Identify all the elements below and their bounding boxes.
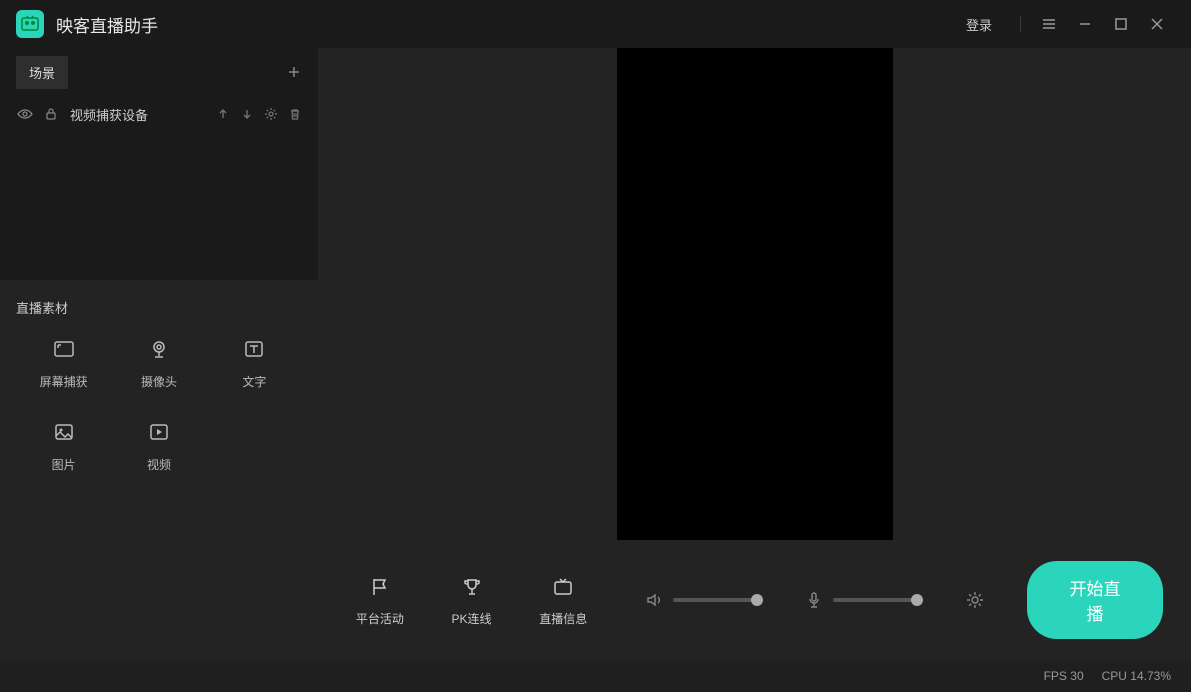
- add-scene-button[interactable]: [286, 64, 302, 80]
- move-up-icon[interactable]: [216, 107, 230, 121]
- material-video[interactable]: 视频: [111, 418, 206, 473]
- mic-slider[interactable]: [833, 598, 923, 602]
- action-platform-activity[interactable]: 平台活动: [346, 574, 414, 627]
- image-icon: [50, 418, 78, 446]
- visibility-icon[interactable]: [16, 106, 34, 122]
- cpu-label: CPU 14.73%: [1102, 669, 1171, 683]
- action-pk[interactable]: PK连线: [438, 574, 506, 627]
- material-text[interactable]: 文字: [207, 335, 302, 390]
- video-icon: [145, 418, 173, 446]
- speaker-icon[interactable]: [645, 591, 663, 609]
- scene-tab[interactable]: 场景: [16, 56, 68, 89]
- mic-icon[interactable]: [805, 591, 823, 609]
- materials-title: 直播素材: [16, 298, 302, 317]
- preview-area: [318, 48, 1191, 540]
- speaker-slider[interactable]: [673, 598, 763, 602]
- settings-gear-icon[interactable]: [965, 590, 985, 610]
- source-item[interactable]: 视频捕获设备: [0, 96, 318, 132]
- lock-icon[interactable]: [42, 107, 60, 121]
- status-bar: FPS 30 CPU 14.73%: [0, 660, 1191, 692]
- mic-volume: [805, 591, 923, 609]
- fps-label: FPS 30: [1044, 669, 1084, 683]
- minimize-icon[interactable]: [1067, 6, 1103, 42]
- titlebar: 映客直播助手 登录: [0, 0, 1191, 48]
- close-icon[interactable]: [1139, 6, 1175, 42]
- app-logo: [16, 10, 44, 38]
- divider: [1020, 16, 1021, 32]
- material-screen-capture[interactable]: 屏幕捕获: [16, 335, 111, 390]
- material-image[interactable]: 图片: [16, 418, 111, 473]
- preview-canvas[interactable]: [617, 48, 893, 540]
- source-label: 视频捕获设备: [70, 105, 148, 124]
- tv-icon: [550, 574, 576, 600]
- camera-icon: [145, 335, 173, 363]
- speaker-volume: [645, 591, 763, 609]
- text-icon: [240, 335, 268, 363]
- login-button[interactable]: 登录: [966, 15, 992, 34]
- trophy-icon: [459, 574, 485, 600]
- maximize-icon[interactable]: [1103, 6, 1139, 42]
- settings-icon[interactable]: [264, 107, 278, 121]
- menu-icon[interactable]: [1031, 6, 1067, 42]
- start-stream-button[interactable]: 开始直播: [1027, 561, 1163, 639]
- screen-icon: [50, 335, 78, 363]
- materials-panel: 直播素材 屏幕捕获 摄像头 文字 图片: [0, 280, 318, 660]
- content-area: 平台活动 PK连线 直播信息 开始直播: [318, 48, 1191, 660]
- action-stream-info[interactable]: 直播信息: [529, 574, 597, 627]
- delete-icon[interactable]: [288, 107, 302, 121]
- flag-icon: [367, 574, 393, 600]
- move-down-icon[interactable]: [240, 107, 254, 121]
- material-camera[interactable]: 摄像头: [111, 335, 206, 390]
- scene-header: 场景: [0, 48, 318, 96]
- app-title: 映客直播助手: [56, 12, 158, 37]
- bottom-toolbar: 平台活动 PK连线 直播信息 开始直播: [318, 540, 1191, 660]
- sidebar: 场景 视频捕获设备 直播素材: [0, 48, 318, 660]
